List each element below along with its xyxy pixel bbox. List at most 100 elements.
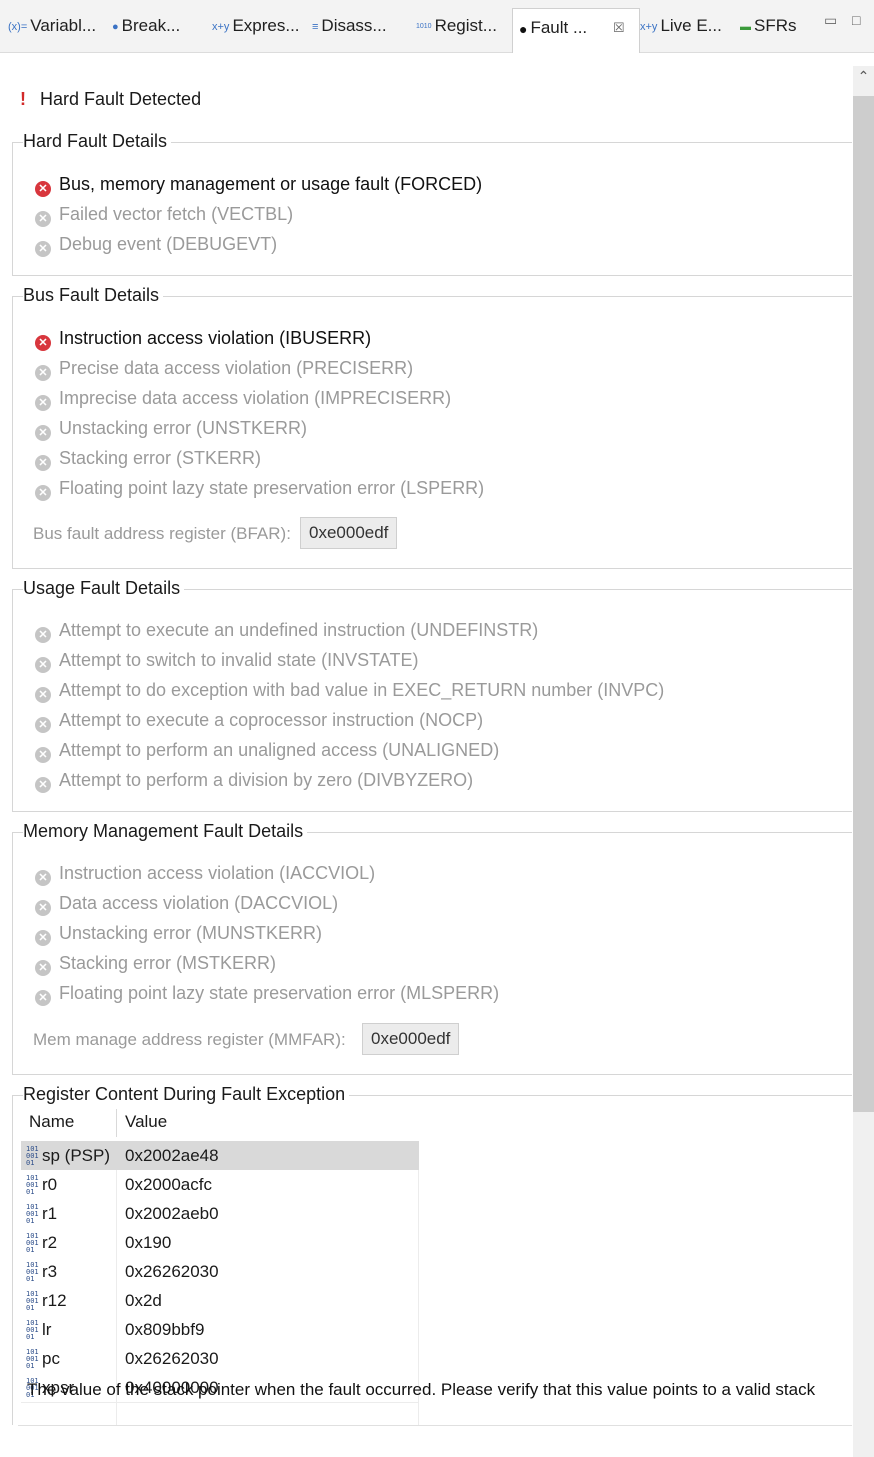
- error-icon: ✕: [35, 930, 51, 946]
- disassembly-icon: ≡: [312, 20, 319, 33]
- register-icon: 10100101: [26, 1145, 39, 1168]
- column-header-name[interactable]: Name: [29, 1112, 74, 1132]
- register-icon: 10100101: [26, 1261, 39, 1284]
- fault-flag: ✕ Failed vector fetch (VECTBL): [35, 204, 293, 227]
- error-icon: ✕: [35, 960, 51, 976]
- hard-fault-details-group: Hard Fault Details ✕ Bus, memory manageme…: [12, 130, 852, 276]
- register-content-group: Register Content During Fault Exception …: [12, 1083, 852, 1425]
- mmfar-value-field[interactable]: 0xe000edf: [362, 1023, 460, 1055]
- error-icon: ✕: [35, 485, 51, 501]
- fault-flag: ✕ Floating point lazy state preservation …: [35, 983, 499, 1006]
- group-title: Bus Fault Details: [23, 284, 164, 306]
- register-icon: 10100101: [26, 1290, 39, 1313]
- group-title: Memory Management Fault Details: [23, 820, 308, 842]
- error-icon: ✕: [35, 777, 51, 793]
- tab-disassembly[interactable]: ≡ Disass...: [312, 10, 387, 42]
- warning-icon: !: [20, 89, 26, 109]
- table-row[interactable]: 10100101 r12 0x2d: [21, 1286, 419, 1315]
- fault-flag: ✕ Attempt to switch to invalid state (INV…: [35, 650, 418, 673]
- error-icon: ✕: [35, 395, 51, 411]
- fault-flag: ✕ Stacking error (STKERR): [35, 448, 261, 471]
- status-divider: [18, 1425, 852, 1426]
- fault-flag: ✕ Imprecise data access violation (IMPREC…: [35, 388, 451, 411]
- error-icon: ✕: [35, 900, 51, 916]
- error-icon: ✕: [35, 717, 51, 733]
- tab-live-expressions[interactable]: x+y Live E...: [640, 10, 722, 42]
- close-icon[interactable]: ☒: [613, 9, 625, 47]
- fault-flag: ✕ Attempt to perform a division by zero (…: [35, 770, 473, 793]
- fault-analyzer-panel: ! Hard Fault Detected Hard Fault Details …: [0, 52, 852, 1457]
- table-row[interactable]: 10100101 lr 0x809bbf9: [21, 1315, 419, 1344]
- tab-breakpoints[interactable]: ● Break...: [112, 10, 180, 42]
- error-icon: ✕: [35, 455, 51, 471]
- live-expressions-icon: x+y: [640, 20, 658, 33]
- bus-fault-details-group: Bus Fault Details ✕ Instruction access vi…: [12, 284, 852, 569]
- error-icon: ✕: [35, 335, 51, 351]
- expressions-icon: x+y: [212, 20, 230, 33]
- table-row-empty: [21, 1402, 419, 1431]
- fault-flag: ✕ Attempt to execute a coprocessor instru…: [35, 710, 483, 733]
- table-row[interactable]: 10100101 r1 0x2002aeb0: [21, 1199, 419, 1228]
- scroll-up-icon[interactable]: ⌃: [853, 68, 874, 92]
- fault-flag: ✕ Bus, memory management or usage fault (…: [35, 174, 482, 197]
- group-title: Register Content During Fault Exception: [23, 1083, 350, 1105]
- fault-flag: ✕ Precise data access violation (PRECISER…: [35, 358, 413, 381]
- error-icon: ✕: [35, 181, 51, 197]
- register-description: The value of the stack pointer when the …: [27, 1380, 816, 1399]
- fault-flag: ✕ Unstacking error (UNSTKERR): [35, 418, 307, 441]
- fault-analyzer-icon: ●: [519, 20, 528, 37]
- fault-flag: ✕ Attempt to perform an unaligned access …: [35, 740, 499, 763]
- tab-fault-analyzer[interactable]: ● Fault ... ☒: [512, 8, 640, 53]
- fault-flag: ✕ Debug event (DEBUGEVT): [35, 234, 277, 257]
- fault-flag: ✕ Instruction access violation (IACCVIOL): [35, 863, 375, 886]
- bfar-value-field[interactable]: 0xe000edf: [300, 517, 398, 549]
- table-row[interactable]: 10100101 r2 0x190: [21, 1228, 419, 1257]
- fault-flag: ✕ Attempt to execute an undefined instruc…: [35, 620, 538, 643]
- fault-flag: ✕ Instruction access violation (IBUSERR): [35, 328, 371, 351]
- register-icon: 10100101: [26, 1319, 39, 1342]
- table-row[interactable]: 10100101 pc 0x26262030: [21, 1344, 419, 1373]
- memory-management-fault-details-group: Memory Management Fault Details ✕ Instruc…: [12, 820, 852, 1075]
- error-icon: ✕: [35, 990, 51, 1006]
- error-icon: ✕: [35, 365, 51, 381]
- group-title: Usage Fault Details: [23, 577, 185, 599]
- registers-icon: 1010: [416, 22, 432, 30]
- scrollbar-thumb[interactable]: [853, 96, 874, 1112]
- view-tab-bar: (x)= Variabl... ● Break... x+y Expres... ≡ D…: [0, 0, 874, 53]
- register-icon: 10100101: [26, 1232, 39, 1255]
- fault-flag: ✕ Attempt to do exception with bad value …: [35, 680, 664, 703]
- register-icon: 10100101: [26, 1174, 39, 1197]
- table-row[interactable]: 10100101 r0 0x2000acfc: [21, 1170, 419, 1199]
- error-icon: ✕: [35, 425, 51, 441]
- table-row[interactable]: 10100101 r3 0x26262030: [21, 1257, 419, 1286]
- maximize-icon[interactable]: □: [852, 10, 860, 30]
- fault-flag: ✕ Data access violation (DACCVIOL): [35, 893, 338, 916]
- register-icon: 10100101: [26, 1203, 39, 1226]
- error-icon: ✕: [35, 657, 51, 673]
- group-title: Hard Fault Details: [23, 130, 172, 152]
- hard-fault-alert: ! Hard Fault Detected: [20, 89, 202, 109]
- fault-flag: ✕ Unstacking error (MUNSTKERR): [35, 923, 322, 946]
- tab-variables[interactable]: (x)= Variabl...: [8, 10, 96, 42]
- fault-flag: ✕ Floating point lazy state preservation …: [35, 478, 484, 501]
- table-row[interactable]: 10100101 sp (PSP) 0x2002ae48: [21, 1141, 419, 1170]
- tab-sfrs[interactable]: ▬ SFRs: [740, 10, 797, 42]
- fault-flag: ✕ Stacking error (MSTKERR): [35, 953, 276, 976]
- error-icon: ✕: [35, 747, 51, 763]
- tab-registers[interactable]: 1010 Regist...: [416, 10, 497, 42]
- minimize-icon[interactable]: ▭: [824, 10, 837, 30]
- error-icon: ✕: [35, 870, 51, 886]
- usage-fault-details-group: Usage Fault Details ✕ Attempt to execute …: [12, 577, 852, 812]
- register-icon: 10100101: [26, 1348, 39, 1371]
- mmfar-label: Mem manage address register (MMFAR):: [33, 1030, 346, 1049]
- tab-expressions[interactable]: x+y Expres...: [212, 10, 300, 42]
- breakpoints-icon: ●: [112, 20, 119, 33]
- column-header-value[interactable]: Value: [125, 1112, 167, 1132]
- register-table-header: Name Value: [21, 1109, 419, 1137]
- error-icon: ✕: [35, 687, 51, 703]
- bfar-label: Bus fault address register (BFAR):: [33, 524, 291, 543]
- error-icon: ✕: [35, 627, 51, 643]
- error-icon: ✕: [35, 241, 51, 257]
- variables-icon: (x)=: [8, 20, 28, 33]
- error-icon: ✕: [35, 211, 51, 227]
